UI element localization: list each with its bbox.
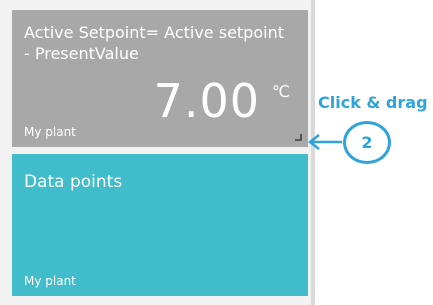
data-points-tile[interactable]: Data points My plant (12, 154, 308, 296)
resize-handle-icon[interactable] (295, 134, 302, 141)
tile-title: Active Setpoint= Active setpoint - Prese… (24, 23, 284, 63)
dashboard-panel: Active Setpoint= Active setpoint - Prese… (0, 0, 315, 305)
step-number-badge: 2 (343, 121, 391, 164)
arrow-left-icon (307, 134, 342, 150)
tile-footer-plant: My plant (24, 125, 76, 139)
setpoint-value: 7.00 (153, 74, 260, 128)
active-setpoint-tile[interactable]: Active Setpoint= Active setpoint - Prese… (12, 10, 308, 147)
setpoint-unit: ℃ (272, 82, 290, 101)
callout-label: Click & drag (318, 93, 428, 112)
tile-footer-plant: My plant (24, 274, 76, 288)
tile-title: Data points (24, 172, 123, 192)
